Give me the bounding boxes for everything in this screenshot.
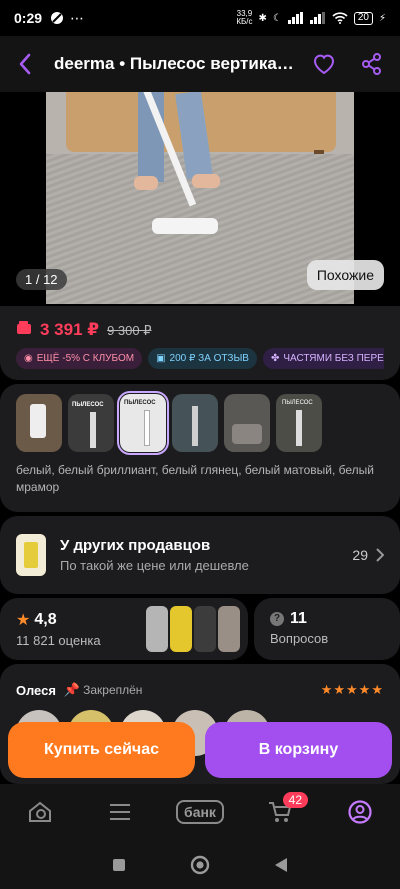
question-icon: ? <box>270 612 284 626</box>
rating-photos <box>146 606 240 652</box>
top-bar: deerma • Пылесос вертикальный <box>0 36 400 92</box>
nav-bank[interactable]: банк <box>176 792 224 832</box>
club-icon: ◉ <box>24 353 33 364</box>
chip-installments[interactable]: ✤ЧАСТЯМИ БЕЗ ПЕРЕПЛАТ <box>262 348 384 369</box>
heart-icon[interactable] <box>312 53 336 75</box>
rating-value: 4,8 <box>34 611 57 628</box>
wallet-small-icon: ▣ <box>156 353 166 364</box>
back-arrow-icon[interactable] <box>18 53 32 75</box>
nav-profile[interactable] <box>336 792 384 832</box>
home-icon[interactable] <box>190 855 210 875</box>
moon-icon: ☾ <box>272 12 282 24</box>
review-author: Олеся <box>16 682 56 698</box>
seller-product-image <box>16 534 46 576</box>
price-card: 3 391 ₽ 9 300 ₽ ◉ ЕЩЁ -5% С КЛУБОМ ▣ 200 ₽… <box>0 306 400 380</box>
price-old: 9 300 ₽ <box>107 323 152 338</box>
review-photo <box>170 606 192 652</box>
wallet-icon <box>17 321 31 334</box>
rating-card[interactable]: ★ 4,8 11 821 оценка <box>0 598 248 660</box>
variant-thumb[interactable] <box>16 394 62 452</box>
review-pinned: Закреплён <box>83 683 143 697</box>
signal-icon-2 <box>309 12 325 24</box>
page-title: deerma • Пылесос вертикальный <box>54 54 300 73</box>
review-photo <box>194 606 216 652</box>
chip-review-bonus[interactable]: ▣ 200 ₽ ЗА ОТЗЫВ <box>148 348 257 369</box>
share-icon[interactable] <box>362 53 382 75</box>
battery-icon: 20 <box>353 11 373 25</box>
network-speed: 33,9 КБ/с <box>236 9 253 26</box>
sellers-title: У других продавцов <box>60 537 211 554</box>
variant-thumb[interactable] <box>172 394 218 452</box>
questions-label: Вопросов <box>270 631 329 646</box>
chip-club-discount[interactable]: ◉ ЕЩЁ -5% С КЛУБОМ <box>16 348 143 369</box>
other-sellers-card[interactable]: У других продавцов По такой же цене или … <box>0 516 400 594</box>
profile-icon <box>348 800 372 824</box>
questions-count: 11 <box>290 610 307 627</box>
review-stars: ★★★★★ <box>320 682 384 697</box>
bank-label: банк <box>176 800 224 824</box>
chevron-right-icon <box>376 548 384 562</box>
product-gallery[interactable]: 1 / 12 Похожие <box>0 92 400 304</box>
bottom-nav: банк 42 <box>0 784 400 840</box>
status-bar: 0:29 ⋯ 33,9 КБ/с ✱ ☾ 20 ⚡ <box>0 0 400 36</box>
more-notifications-icon: ⋯ <box>70 9 85 26</box>
home-search-icon <box>29 801 51 822</box>
action-buttons: Купить сейчас В корзину <box>0 722 400 778</box>
variant-thumbnails: ПЫЛЕСОС ПЫЛЕСОС ПЫЛЕСОС <box>16 391 384 455</box>
price-current: 3 391 ₽ <box>40 320 100 339</box>
variant-thumb[interactable]: ПЫЛЕСОС <box>276 394 322 452</box>
sellers-subtitle: По такой же цене или дешевле <box>60 558 249 573</box>
foot-right <box>192 174 220 188</box>
variant-thumb[interactable]: ПЫЛЕСОС <box>68 394 114 452</box>
nav-home[interactable] <box>16 792 64 832</box>
star-icon: ★ <box>16 612 31 629</box>
review-photo <box>146 606 168 652</box>
nav-catalog[interactable] <box>96 792 144 832</box>
menu-icon <box>110 804 130 820</box>
foot-left <box>134 176 158 190</box>
pin-icon: 📌 <box>63 682 81 697</box>
wifi-icon <box>332 12 348 24</box>
recents-icon[interactable] <box>112 858 126 872</box>
variants-card: ПЫЛЕСОС ПЫЛЕСОС ПЫЛЕСОС белый, белый бри… <box>0 384 400 512</box>
charging-icon: ⚡ <box>378 12 386 24</box>
blocked-icon <box>51 12 64 24</box>
gallery-counter: 1 / 12 <box>16 269 67 290</box>
system-nav <box>0 840 400 889</box>
variant-thumb[interactable] <box>224 394 270 452</box>
cart-badge: 42 <box>282 792 308 808</box>
status-time: 0:29 <box>14 10 43 26</box>
vacuum-head <box>152 218 218 234</box>
questions-card[interactable]: ? 11 Вопросов <box>254 598 400 660</box>
back-icon[interactable] <box>274 857 288 873</box>
signal-icon <box>287 12 303 24</box>
bluetooth-icon: ✱ <box>258 12 267 24</box>
add-to-cart-button[interactable]: В корзину <box>205 722 392 778</box>
similar-button[interactable]: Похожие <box>306 260 384 290</box>
sellers-count: 29 <box>352 547 368 563</box>
review-photo <box>218 606 240 652</box>
nav-cart[interactable]: 42 <box>256 792 308 832</box>
variant-colors: белый, белый бриллиант, белый глянец, бе… <box>16 463 375 494</box>
buy-now-button[interactable]: Купить сейчас <box>8 722 195 778</box>
installments-icon: ✤ <box>270 353 280 364</box>
variant-thumb-selected[interactable]: ПЫЛЕСОС <box>117 391 169 455</box>
